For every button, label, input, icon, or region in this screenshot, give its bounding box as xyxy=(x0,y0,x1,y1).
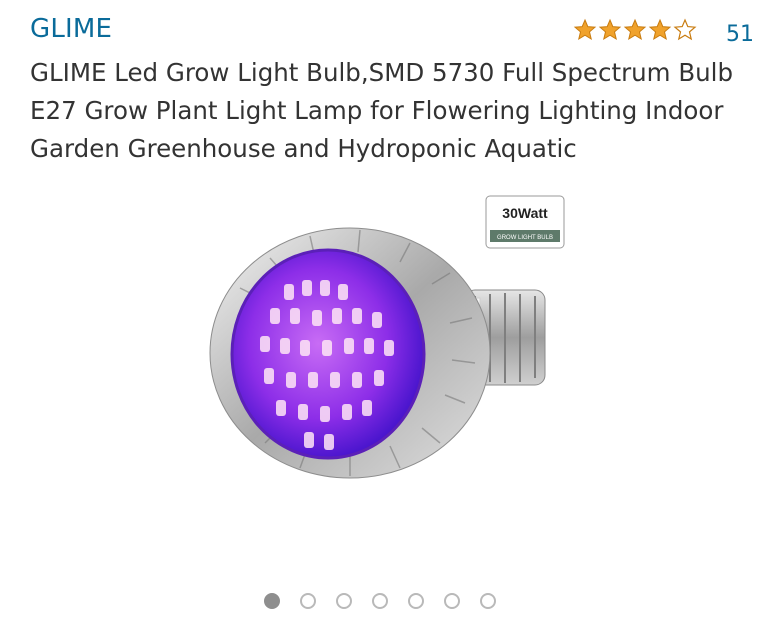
carousel-dot[interactable] xyxy=(444,593,460,609)
brand-link[interactable]: GLIME xyxy=(30,14,112,44)
star-icon xyxy=(623,18,647,41)
grow-light-bulb-image: 30Watt GROW LIGHT BULB xyxy=(209,195,565,479)
carousel-dot[interactable] xyxy=(408,593,424,609)
product-title: GLIME Led Grow Light Bulb,SMD 5730 Full … xyxy=(30,58,734,163)
star-outline-icon xyxy=(673,18,697,41)
star-icon xyxy=(573,18,597,41)
star-icon xyxy=(598,18,622,41)
review-count-link[interactable]: 51 xyxy=(726,22,754,47)
star-icon xyxy=(648,18,672,41)
product-image[interactable]: 30Watt GROW LIGHT BULB xyxy=(200,188,580,508)
carousel-dot[interactable] xyxy=(336,593,352,609)
carousel-dot[interactable] xyxy=(480,593,496,609)
badge-subtext: GROW LIGHT BULB xyxy=(497,235,553,241)
star-rating[interactable] xyxy=(573,18,697,42)
carousel-dot[interactable] xyxy=(264,593,280,609)
badge-text: 30Watt xyxy=(502,205,548,221)
carousel-dot[interactable] xyxy=(372,593,388,609)
image-carousel-dots xyxy=(264,593,496,609)
carousel-dot[interactable] xyxy=(300,593,316,609)
